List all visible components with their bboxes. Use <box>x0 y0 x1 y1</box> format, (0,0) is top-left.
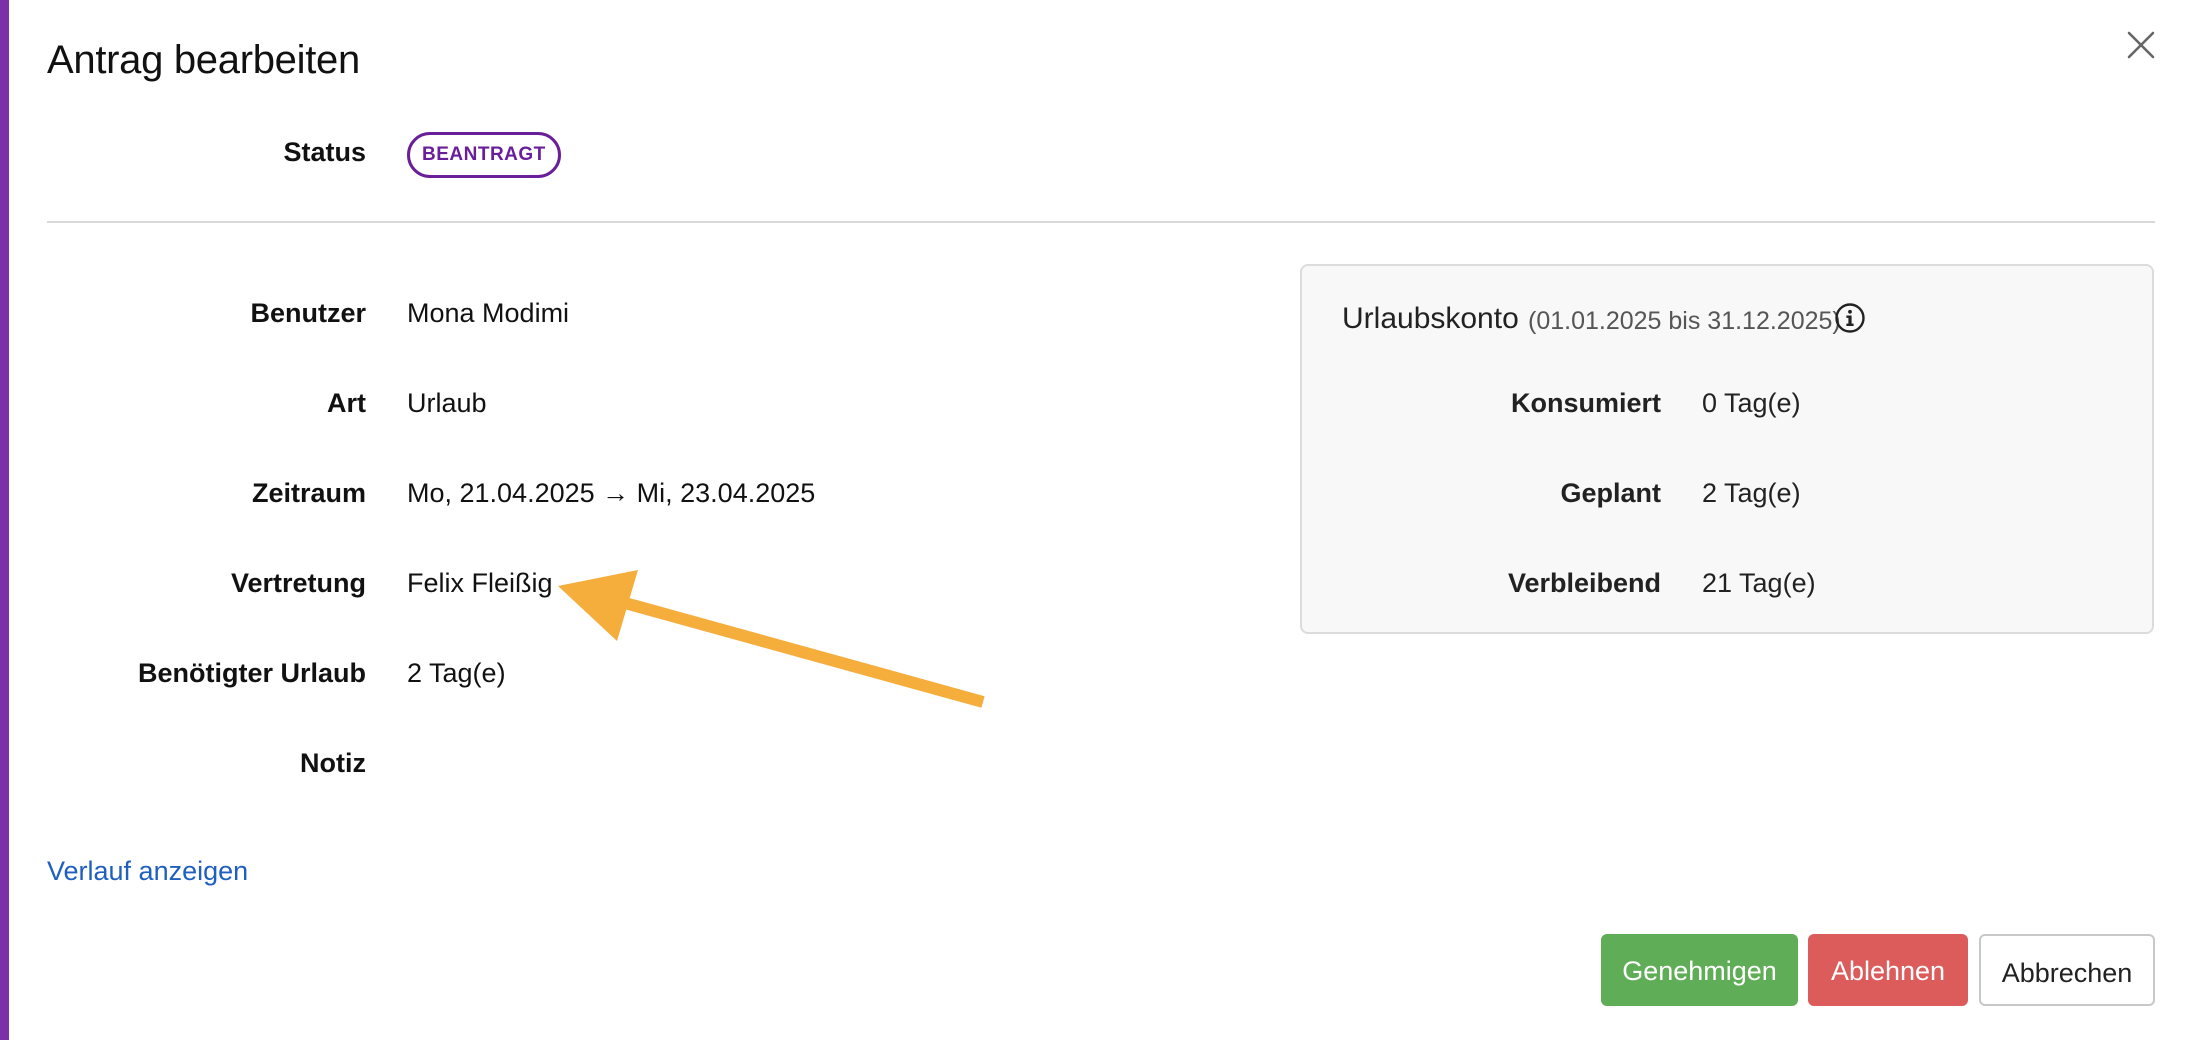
show-history-link[interactable]: Verlauf anzeigen <box>47 856 248 887</box>
cancel-button[interactable]: Abbrechen <box>1979 934 2155 1006</box>
type-label: Art <box>327 388 366 418</box>
divider <box>47 221 2155 223</box>
vacation-account-heading: Urlaubskonto <box>1342 302 1519 335</box>
approve-button[interactable]: Genehmigen <box>1601 934 1798 1006</box>
accent-bar <box>0 0 9 1040</box>
type-value: Urlaub <box>407 388 487 418</box>
period-label: Zeitraum <box>251 478 366 508</box>
substitute-label: Vertretung <box>230 568 366 598</box>
status-label: Status <box>283 137 366 167</box>
required-vacation-label: Benötigter Urlaub <box>137 658 366 688</box>
note-label: Notiz <box>300 748 366 778</box>
consumed-label: Konsumiert <box>1510 388 1661 418</box>
edit-request-dialog: Antrag bearbeiten Status BEANTRAGT Benut… <box>0 0 2190 1040</box>
vacation-account-panel: Urlaubskonto (01.01.2025 bis 31.12.2025)… <box>1300 264 2154 634</box>
dialog-title: Antrag bearbeiten <box>47 38 360 82</box>
close-icon[interactable] <box>2124 28 2158 62</box>
planned-label: Geplant <box>1560 478 1661 508</box>
substitute-value: Felix Fleißig <box>407 568 553 598</box>
user-label: Benutzer <box>250 298 366 328</box>
status-badge: BEANTRAGT <box>407 132 561 178</box>
remaining-label: Verbleibend <box>1507 568 1661 598</box>
user-value: Mona Modimi <box>407 298 570 328</box>
planned-value: 2 Tag(e) <box>1702 478 1801 508</box>
info-icon[interactable] <box>1834 302 1866 334</box>
period-value: Mo, 21.04.2025 → Mi, 23.04.2025 <box>407 478 816 508</box>
required-vacation-value: 2 Tag(e) <box>407 658 506 688</box>
reject-button[interactable]: Ablehnen <box>1808 934 1968 1006</box>
consumed-value: 0 Tag(e) <box>1702 388 1801 418</box>
vacation-account-range: (01.01.2025 bis 31.12.2025) <box>1528 307 1841 335</box>
remaining-value: 21 Tag(e) <box>1702 568 1816 598</box>
